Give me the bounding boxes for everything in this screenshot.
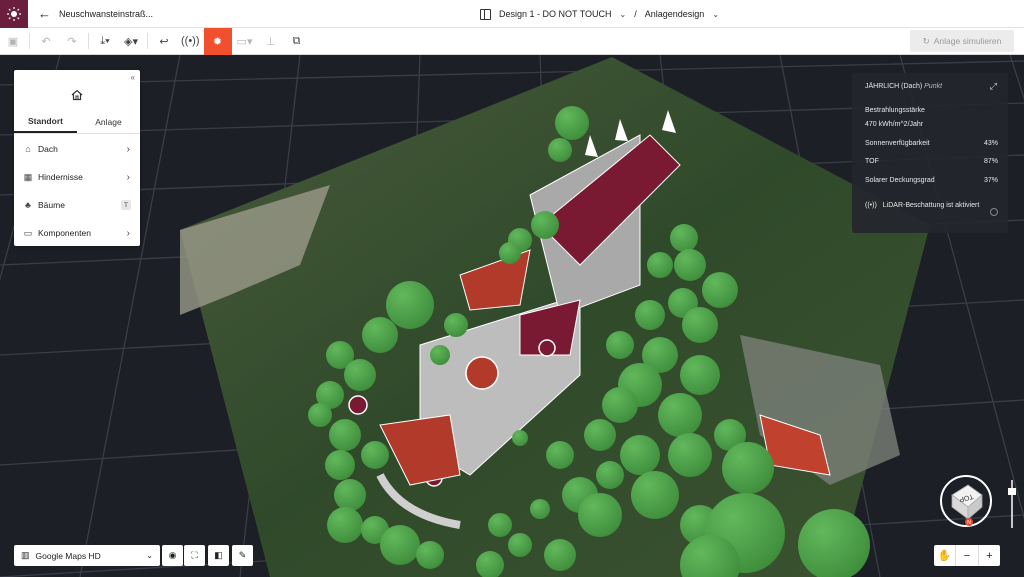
- component-icon: ▭: [23, 227, 33, 238]
- project-name[interactable]: Neuschwansteinstraß...: [59, 9, 153, 19]
- chevron-down-icon[interactable]: ⌄: [620, 10, 627, 19]
- hand-icon: ✋: [937, 550, 952, 562]
- irradiation-label-row: Bestrahlungsstärke: [865, 107, 998, 114]
- connect-icon[interactable]: ⊥: [258, 28, 284, 55]
- app-logo[interactable]: [0, 0, 28, 28]
- stat-label: Sonnenverfügbarkeit: [865, 140, 930, 147]
- stat-value: 87%: [983, 158, 998, 165]
- panel-tabs: Standort Anlage: [14, 110, 140, 134]
- save-icon[interactable]: ▣: [0, 28, 26, 55]
- house-icon: ⌂: [25, 144, 31, 154]
- redo-icon[interactable]: ↷: [59, 28, 85, 55]
- collapse-icon[interactable]: «: [131, 73, 135, 82]
- irradiation-label: Bestrahlungsstärke: [865, 107, 925, 114]
- zoom-in-button[interactable]: +: [979, 545, 1000, 566]
- view-compass[interactable]: TOP N: [938, 473, 994, 529]
- location-panel: « Standort Anlage ⌂ Dach › ▦ Hindernisse…: [14, 70, 140, 246]
- chevron-down-icon: ⌄: [146, 551, 153, 560]
- chevron-right-icon: ›: [126, 227, 130, 239]
- stat-row: TOF 87%: [865, 158, 998, 165]
- simulate-label: Anlage simulieren: [933, 36, 1002, 46]
- irradiation-value: 470 kWh/m^2/Jahr: [865, 121, 924, 128]
- screen-icon[interactable]: ▭▾: [232, 28, 258, 55]
- lidar-icon[interactable]: ((•)): [177, 28, 204, 55]
- breadcrumb-separator: /: [634, 9, 637, 19]
- info-period: JÄHRLICH (Dach): [865, 83, 923, 90]
- design-grid-icon: [480, 8, 491, 20]
- fit-view-button[interactable]: ⛶: [184, 545, 205, 566]
- top-header: ← Neuschwansteinstraß... Design 1 - DO N…: [0, 0, 1024, 28]
- undo-icon[interactable]: ↶: [33, 28, 59, 55]
- map-overlay-button[interactable]: ◧: [208, 545, 229, 566]
- stat-row: Sonnenverfügbarkeit 43%: [865, 140, 998, 147]
- panel-item-hindernisse[interactable]: ▦ Hindernisse ›: [14, 166, 140, 188]
- simulate-button[interactable]: ↻ Anlage simulieren: [910, 30, 1014, 52]
- tab-standort[interactable]: Standort: [14, 110, 77, 133]
- irradiation-value-row: 470 kWh/m^2/Jahr: [865, 121, 998, 128]
- visibility-button[interactable]: ◉: [162, 545, 183, 566]
- layers-icon[interactable]: ◈▾: [118, 28, 144, 55]
- eye-icon: ◉: [168, 550, 177, 560]
- panel-item-label: Hindernisse: [38, 172, 83, 182]
- panel-item-dach[interactable]: ⌂ Dach ›: [14, 138, 140, 160]
- chevron-down-icon[interactable]: ⌄: [712, 10, 719, 19]
- zoom-out-button[interactable]: −: [956, 545, 979, 566]
- chevron-right-icon: ›: [126, 143, 130, 155]
- design-selector[interactable]: Design 1 - DO NOT TOUCH: [499, 9, 612, 19]
- compass-north-label: N: [967, 520, 971, 526]
- lidar-status: ((•)) LiDAR-Beschattung ist aktiviert: [865, 200, 1000, 211]
- toolbar-divider: [29, 33, 30, 49]
- tab-anlage[interactable]: Anlage: [77, 110, 140, 133]
- stat-row: Solarer Deckungsgrad 37%: [865, 177, 998, 184]
- stat-value: 37%: [983, 177, 998, 184]
- sun-icon[interactable]: ✹: [203, 27, 232, 55]
- map-source-select[interactable]: ▥ Google Maps HD ⌄: [14, 545, 160, 566]
- info-mode: Punkt: [924, 83, 943, 90]
- home-icon: [71, 89, 83, 101]
- tree-icon: ♣: [25, 200, 31, 210]
- panel-item-baeume[interactable]: ♣ Bäume T: [14, 194, 140, 216]
- map-icon: ▥: [21, 550, 30, 560]
- stat-label: TOF: [865, 158, 879, 165]
- chevron-right-icon: ›: [126, 171, 130, 183]
- panel-item-label: Bäume: [38, 200, 65, 210]
- toolbar-divider: [147, 33, 148, 49]
- lidar-toggle[interactable]: [990, 208, 998, 216]
- overlay-icon: ◧: [214, 550, 223, 560]
- toolbar: ▣ ↶ ↷ ⤓▾ ◈▾ ↩ ((•)) ✹ ▭▾ ⊥ ⧉: [0, 27, 1024, 55]
- view-selector[interactable]: Anlagendesign: [645, 9, 705, 19]
- pan-hand-button[interactable]: ✋: [934, 545, 957, 566]
- lidar-text: LiDAR-Beschattung ist aktiviert: [882, 202, 980, 209]
- shortcut-badge: T: [121, 200, 131, 210]
- logo-icon: [7, 6, 21, 21]
- map-source-label: Google Maps HD: [35, 550, 101, 561]
- toolbar-divider: [88, 33, 89, 49]
- revert-icon[interactable]: ↩: [151, 28, 177, 55]
- measure-button[interactable]: ✎: [232, 545, 253, 566]
- ruler-icon: ✎: [238, 550, 247, 560]
- frame-icon: ⛶: [191, 550, 198, 560]
- panel-item-komponenten[interactable]: ▭ Komponenten ›: [14, 222, 140, 244]
- info-header: JÄHRLICH (Dach) Punkt: [865, 83, 942, 90]
- stat-label: Solarer Deckungsgrad: [865, 177, 935, 184]
- panel-item-label: Komponenten: [38, 228, 91, 238]
- export-icon[interactable]: ⧉: [284, 28, 310, 55]
- simulation-info-panel: JÄHRLICH (Dach) Punkt ⤢ Bestrahlungsstär…: [852, 73, 1008, 233]
- tilt-slider[interactable]: [1006, 478, 1018, 530]
- download-icon[interactable]: ⤓▾: [92, 28, 118, 55]
- grid-icon: ▦: [23, 171, 33, 182]
- design-breadcrumb: Design 1 - DO NOT TOUCH ⌄ / Anlagendesig…: [480, 0, 719, 28]
- back-arrow-icon[interactable]: ←: [38, 6, 51, 21]
- app-window: ← Neuschwansteinstraß... Design 1 - DO N…: [0, 0, 1024, 577]
- expand-icon[interactable]: ⤢: [990, 81, 997, 92]
- panel-item-label: Dach: [38, 144, 58, 154]
- zoom-controls: ✋ − +: [934, 545, 1000, 566]
- refresh-icon: ↻: [922, 35, 930, 46]
- lidar-icon: ((•)): [865, 202, 877, 209]
- stat-value: 43%: [983, 140, 998, 147]
